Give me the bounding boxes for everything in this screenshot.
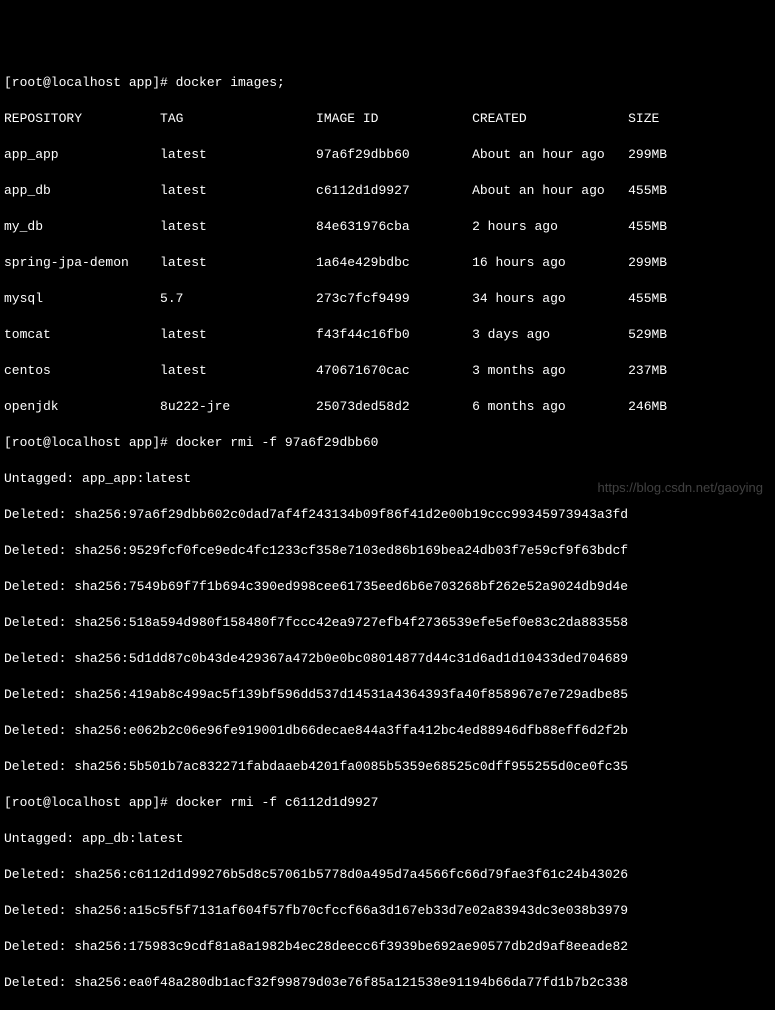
image-row: spring-jpa-demon latest 1a64e429bdbc 16 … bbox=[4, 254, 771, 272]
prompt-line: [root@localhost app]# docker images; bbox=[4, 74, 771, 92]
deleted-line: Deleted: sha256:5d1dd87c0b43de429367a472… bbox=[4, 650, 771, 668]
image-row: mysql 5.7 273c7fcf9499 34 hours ago 455M… bbox=[4, 290, 771, 308]
deleted-line: Deleted: sha256:ea0f48a280db1acf32f99879… bbox=[4, 974, 771, 992]
deleted-line: Deleted: sha256:e062b2c06e96fe919001db66… bbox=[4, 722, 771, 740]
deleted-line: Deleted: sha256:97a6f29dbb602c0dad7af4f2… bbox=[4, 506, 771, 524]
image-row: centos latest 470671670cac 3 months ago … bbox=[4, 362, 771, 380]
deleted-line: Deleted: sha256:c6112d1d99276b5d8c57061b… bbox=[4, 866, 771, 884]
prompt-line: [root@localhost app]# docker rmi -f 97a6… bbox=[4, 434, 771, 452]
image-row: openjdk 8u222-jre 25073ded58d2 6 months … bbox=[4, 398, 771, 416]
deleted-line: Deleted: sha256:a15c5f5f7131af604f57fb70… bbox=[4, 902, 771, 920]
untagged-line: Untagged: app_db:latest bbox=[4, 830, 771, 848]
deleted-line: Deleted: sha256:419ab8c499ac5f139bf596dd… bbox=[4, 686, 771, 704]
table-header: REPOSITORY TAG IMAGE ID CREATED SIZE bbox=[4, 110, 771, 128]
image-row: app_app latest 97a6f29dbb60 About an hou… bbox=[4, 146, 771, 164]
deleted-line: Deleted: sha256:175983c9cdf81a8a1982b4ec… bbox=[4, 938, 771, 956]
image-row: my_db latest 84e631976cba 2 hours ago 45… bbox=[4, 218, 771, 236]
image-row: tomcat latest f43f44c16fb0 3 days ago 52… bbox=[4, 326, 771, 344]
deleted-line: Deleted: sha256:518a594d980f158480f7fccc… bbox=[4, 614, 771, 632]
watermark-text: https://blog.csdn.net/gaoying bbox=[597, 479, 763, 497]
deleted-line: Deleted: sha256:5b501b7ac832271fabdaaeb4… bbox=[4, 758, 771, 776]
prompt-line: [root@localhost app]# docker rmi -f c611… bbox=[4, 794, 771, 812]
image-row: app_db latest c6112d1d9927 About an hour… bbox=[4, 182, 771, 200]
deleted-line: Deleted: sha256:7549b69f7f1b694c390ed998… bbox=[4, 578, 771, 596]
deleted-line: Deleted: sha256:9529fcf0fce9edc4fc1233cf… bbox=[4, 542, 771, 560]
